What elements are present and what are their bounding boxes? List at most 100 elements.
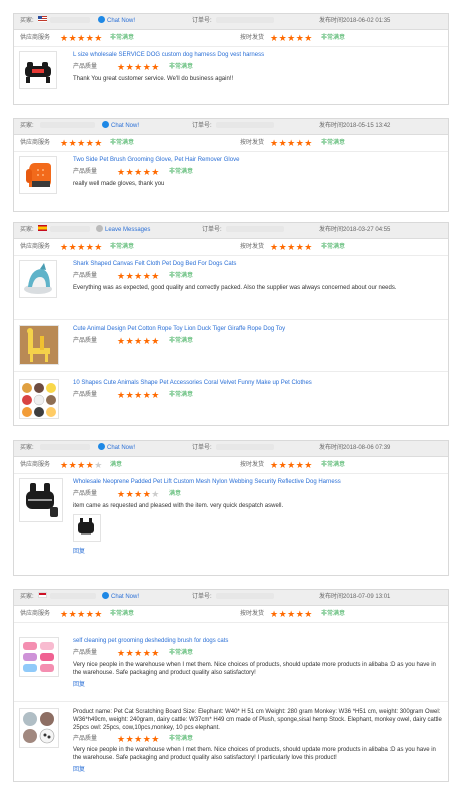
quality-row: 产品质量 ★★★★★ 非常满意 (73, 61, 443, 73)
review-photo[interactable] (73, 514, 101, 542)
product-title-link[interactable]: Wholesale Neoprene Padded Pet Lift Custo… (73, 478, 443, 487)
quality-tag: 非常满意 (169, 736, 194, 742)
order-no-masked (216, 444, 274, 451)
quality-tag: 满意 (169, 491, 182, 497)
product-title-link[interactable]: Two Side Pet Brush Grooming Glove, Pet H… (73, 156, 443, 165)
product-quality-label: 产品质量 (73, 338, 98, 344)
product-thumbnail[interactable] (19, 708, 59, 748)
product-title-link[interactable]: L size wholesale SERVICE DOG custom dog … (73, 51, 443, 60)
product-title-link[interactable]: self cleaning pet grooming deshedding br… (73, 637, 443, 646)
review-comment: Everything was as expected, good quality… (73, 285, 397, 291)
product-quality-label: 产品质量 (73, 273, 98, 279)
publish-time-label: 发布时间: (319, 227, 345, 233)
product-thumbnail[interactable] (19, 156, 57, 194)
ship-stars: ★★★★★ (270, 609, 313, 619)
ship-on-time-label: 按时发货 (240, 611, 265, 617)
quality-tag: 非常满意 (169, 650, 194, 656)
product-title-link[interactable]: Cute Animal Design Pet Cotton Rope Toy L… (73, 325, 443, 334)
quality-stars: ★★★★★ (117, 167, 160, 177)
order-no-masked (216, 593, 274, 600)
product-title-link[interactable]: Shark Shaped Canvas Felt Cloth Pet Dog B… (73, 260, 443, 269)
supplier-service-label: 供应商服务 (20, 140, 51, 146)
order-no-masked (216, 17, 274, 24)
review-card: 买家: Chat Now! 订单号: 发布时间: 2018-05-15 13:4… (13, 118, 449, 212)
product-thumbnail[interactable] (19, 379, 59, 419)
review-header: 买家: Leave Messages 订单号: 发布时间: 2018-03-27… (14, 223, 448, 239)
review-card: 买家: Chat Now! 订单号: 发布时间: 2018-06-02 01:3… (13, 13, 449, 105)
buyer-label: 买家: (20, 18, 34, 24)
reply-link[interactable]: 回复 (73, 679, 443, 688)
quality-stars: ★★★★★ (117, 62, 160, 72)
supplier-service-label: 供应商服务 (20, 35, 51, 41)
quality-stars: ★★★★★ (117, 734, 160, 744)
divider (14, 701, 448, 702)
chat-bubble-icon (102, 120, 109, 128)
order-no-label: 订单号: (202, 227, 222, 233)
buyer-label: 买家: (20, 227, 34, 233)
buyer-name-masked (50, 17, 90, 24)
shark-bed-image (24, 263, 52, 294)
scratching-boards-image (20, 709, 58, 747)
lift-harness-image (26, 483, 58, 517)
chat-now-button[interactable]: Chat Now! (98, 441, 135, 456)
review-comment: item came as requested and pleased with … (73, 503, 284, 509)
supplier-stars: ★★★★★ (60, 460, 103, 470)
quality-stars: ★★★★★ (117, 489, 160, 499)
review-header: 买家: Chat Now! 订单号: 发布时间: 2018-08-06 07:3… (14, 441, 448, 457)
ship-on-time-label: 按时发货 (240, 140, 265, 146)
product-title-link[interactable]: 10 Shapes Cute Animals Shape Pet Accesso… (73, 379, 443, 388)
message-icon (96, 224, 103, 232)
review-header: 买家: Chat Now! 订单号: 发布时间: 2018-07-09 13:0… (14, 590, 448, 606)
review-comment: Thank You great customer service. We'll … (73, 76, 234, 82)
ship-tag: 非常满意 (321, 244, 346, 250)
reply-link[interactable]: 回复 (73, 546, 443, 555)
chat-now-button[interactable]: Chat Now! (102, 119, 139, 134)
quality-row: 产品质量 ★★★★★ 非常满意 (73, 166, 443, 178)
product-quality-label: 产品质量 (73, 491, 98, 497)
rating-row: 供应商服务 ★★★★★ 非常满意 按时发货 ★★★★★ 非常满意 (14, 239, 448, 256)
product-quality-label: 产品质量 (73, 392, 98, 398)
product-review: Wholesale Neoprene Padded Pet Lift Custo… (19, 478, 443, 570)
supplier-stars: ★★★★★ (60, 138, 103, 148)
publish-time-label: 发布时间: (319, 594, 345, 600)
product-thumbnail[interactable] (19, 260, 57, 298)
supplier-service-label: 供应商服务 (20, 462, 51, 468)
supplier-stars: ★★★★★ (60, 242, 103, 252)
product-review: Shark Shaped Canvas Felt Cloth Pet Dog B… (19, 260, 443, 306)
review-header: 买家: Chat Now! 订单号: 发布时间: 2018-05-15 13:4… (14, 119, 448, 135)
buyer-name-masked (40, 122, 95, 129)
product-title-link[interactable]: Product name: Pet Cat Scratching Board S… (73, 708, 443, 732)
supplier-service-label: 供应商服务 (20, 244, 51, 250)
product-review: Two Side Pet Brush Grooming Glove, Pet H… (19, 156, 443, 198)
chat-now-button[interactable]: Chat Now! (102, 590, 139, 605)
rating-row: 供应商服务 ★★★★★ 非常满意 按时发货 ★★★★★ 非常满意 (14, 135, 448, 152)
order-no-masked (216, 122, 274, 129)
product-thumbnail[interactable] (19, 51, 57, 89)
reply-link[interactable]: 回复 (73, 764, 443, 773)
product-review: 10 Shapes Cute Animals Shape Pet Accesso… (19, 379, 443, 423)
indonesia-flag-icon (38, 592, 47, 599)
order-no-label: 订单号: (192, 18, 212, 24)
publish-time-label: 发布时间: (319, 445, 345, 451)
quality-row: 产品质量 ★★★★★ 非常满意 (73, 335, 443, 347)
chat-bubble-icon (98, 15, 105, 23)
product-quality-label: 产品质量 (73, 64, 98, 70)
chat-bubble-icon (102, 591, 109, 599)
supplier-tag: 非常满意 (110, 611, 135, 617)
product-thumbnail[interactable] (19, 478, 63, 522)
chat-now-button[interactable]: Chat Now! (98, 14, 135, 29)
quality-stars: ★★★★★ (117, 648, 160, 658)
divider (14, 319, 448, 320)
product-review: Product name: Pet Cat Scratching Board S… (19, 708, 443, 778)
supplier-tag: 满意 (110, 462, 123, 468)
publish-time-label: 发布时间: (319, 18, 345, 24)
product-thumbnail[interactable] (19, 325, 59, 365)
supplier-stars: ★★★★★ (60, 33, 103, 43)
order-no-masked (226, 226, 284, 233)
ship-stars: ★★★★★ (270, 460, 313, 470)
leave-messages-button[interactable]: Leave Messages (96, 223, 150, 238)
ship-tag: 非常满意 (321, 462, 346, 468)
pet-costumes-image (20, 380, 58, 418)
product-thumbnail[interactable] (19, 637, 59, 677)
product-quality-label: 产品质量 (73, 169, 98, 175)
